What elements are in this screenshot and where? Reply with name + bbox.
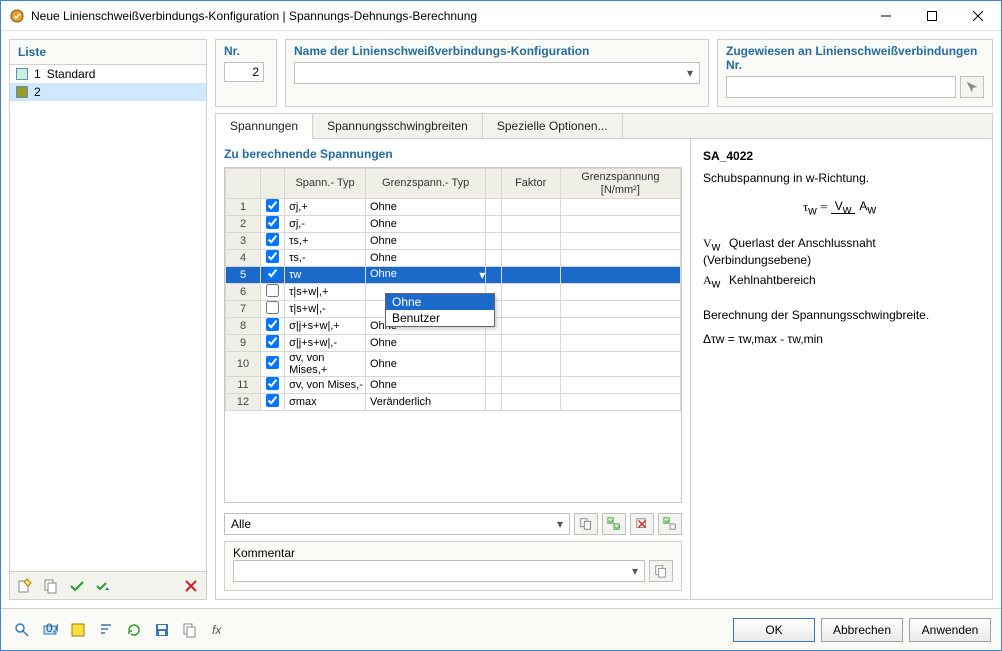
table-row[interactable]: 4τs,-Ohne (226, 250, 681, 267)
list-header: Liste (10, 40, 206, 65)
row-checkbox[interactable] (266, 267, 279, 280)
info-calc: Berechnung der Spannungsschwingbreite. (703, 308, 980, 322)
gridtool-toggle-button[interactable] (658, 513, 682, 535)
row-checkbox[interactable] (266, 335, 279, 348)
tab-spannungen[interactable]: Spannungen (216, 114, 313, 139)
delete-button[interactable] (180, 575, 202, 597)
app-icon (9, 8, 25, 24)
foot-sort-button[interactable] (95, 619, 117, 641)
row-checkbox[interactable] (266, 301, 279, 314)
table-row[interactable]: 3τs,+Ohne (226, 233, 681, 250)
row-checkbox[interactable] (266, 250, 279, 263)
apply-button[interactable]: Anwenden (909, 618, 991, 642)
row-checkbox[interactable] (266, 377, 279, 390)
chevron-down-icon[interactable]: ▾ (551, 517, 569, 531)
svg-text:fx: fx (212, 623, 222, 637)
gridtool-uncheck-button[interactable] (630, 513, 654, 535)
minimize-button[interactable] (863, 1, 909, 31)
col-spanntyp: Spann.- Typ (285, 169, 366, 199)
foot-save-button[interactable] (151, 619, 173, 641)
table-row[interactable]: 1σj,+Ohne (226, 199, 681, 216)
gridtool-check-all-button[interactable] (602, 513, 626, 535)
assign-label: Zugewiesen an Linienschweißverbindungen … (726, 44, 984, 76)
config-list[interactable]: 1 Standard 2 (10, 65, 206, 571)
list-item[interactable]: 1 Standard (10, 65, 206, 83)
color-swatch (16, 68, 28, 80)
color-swatch (16, 86, 28, 98)
maximize-button[interactable] (909, 1, 955, 31)
section-title: Zu berechnende Spannungen (224, 147, 682, 161)
nr-input[interactable] (224, 62, 264, 82)
foot-search-button[interactable] (11, 619, 33, 641)
chevron-down-icon[interactable]: ▾ (681, 66, 699, 80)
foot-copy-button[interactable] (179, 619, 201, 641)
info-code: SA_4022 (703, 149, 980, 163)
list-item[interactable]: 2 (10, 83, 206, 101)
dropdown-option[interactable]: Ohne (386, 294, 494, 310)
row-checkbox[interactable] (266, 318, 279, 331)
assign-input[interactable] (726, 76, 956, 98)
ok-button[interactable]: OK (733, 618, 815, 642)
foot-units-button[interactable]: 0,00 (39, 619, 61, 641)
copy-button[interactable] (40, 575, 62, 597)
pick-button[interactable] (960, 76, 984, 98)
table-row[interactable]: 11σv, von Mises,-Ohne (226, 377, 681, 394)
col-grenzspan: Grenzspannung [N/mm²] (560, 169, 680, 199)
comment-combo[interactable]: ▾ (233, 560, 645, 582)
row-checkbox[interactable] (266, 233, 279, 246)
new-button[interactable] (14, 575, 36, 597)
col-grenztyp: Grenzspann.- Typ (366, 169, 486, 199)
close-button[interactable] (955, 1, 1001, 31)
gridtool-copy-button[interactable] (574, 513, 598, 535)
check-arrow-button[interactable] (92, 575, 114, 597)
row-checkbox[interactable] (266, 394, 279, 407)
stress-grid[interactable]: Spann.- Typ Grenzspann.- Typ Faktor Gren… (224, 167, 682, 503)
svg-text:0,00: 0,00 (46, 622, 58, 635)
info-formula: τw = VwAw (703, 199, 980, 218)
table-row[interactable]: 12σmaxVeränderlich (226, 394, 681, 411)
info-desc: Schubspannung in w-Richtung. (703, 171, 980, 185)
table-row[interactable]: 9σ|j+s+w|,-Ohne (226, 335, 681, 352)
chevron-down-icon[interactable]: ▾ (626, 564, 644, 578)
table-row[interactable]: 2σj,-Ohne (226, 216, 681, 233)
col-faktor: Faktor (501, 169, 560, 199)
row-checkbox[interactable] (266, 216, 279, 229)
foot-fx-button[interactable]: fx (207, 619, 229, 641)
foot-refresh-button[interactable] (123, 619, 145, 641)
comment-label: Kommentar (233, 546, 673, 560)
tab-spezielle[interactable]: Spezielle Optionen... (483, 114, 623, 138)
window-title: Neue Linienschweißverbindungs-Konfigurat… (31, 9, 863, 23)
info-delta: Δτw = τw,max - τw,min (703, 332, 980, 346)
dropdown-option[interactable]: Benutzer (386, 310, 494, 326)
nr-label: Nr. (224, 44, 268, 62)
table-row[interactable]: 10σv, von Mises,+Ohne (226, 352, 681, 377)
row-checkbox[interactable] (266, 199, 279, 212)
cancel-button[interactable]: Abbrechen (821, 618, 903, 642)
row-checkbox[interactable] (266, 284, 279, 297)
table-row[interactable]: 5τwOhne ▾ (226, 267, 681, 284)
filter-combo[interactable]: Alle ▾ (224, 513, 570, 535)
check-green-button[interactable] (66, 575, 88, 597)
name-combo[interactable]: ▾ (294, 62, 700, 84)
grenztyp-dropdown[interactable]: Ohne Benutzer (385, 293, 495, 327)
tab-schwingbreiten[interactable]: Spannungsschwingbreiten (313, 114, 483, 138)
foot-color-button[interactable] (67, 619, 89, 641)
name-label: Name der Linienschweißverbindungs-Konfig… (294, 44, 700, 62)
comment-save-button[interactable] (649, 560, 673, 582)
row-checkbox[interactable] (266, 356, 279, 369)
